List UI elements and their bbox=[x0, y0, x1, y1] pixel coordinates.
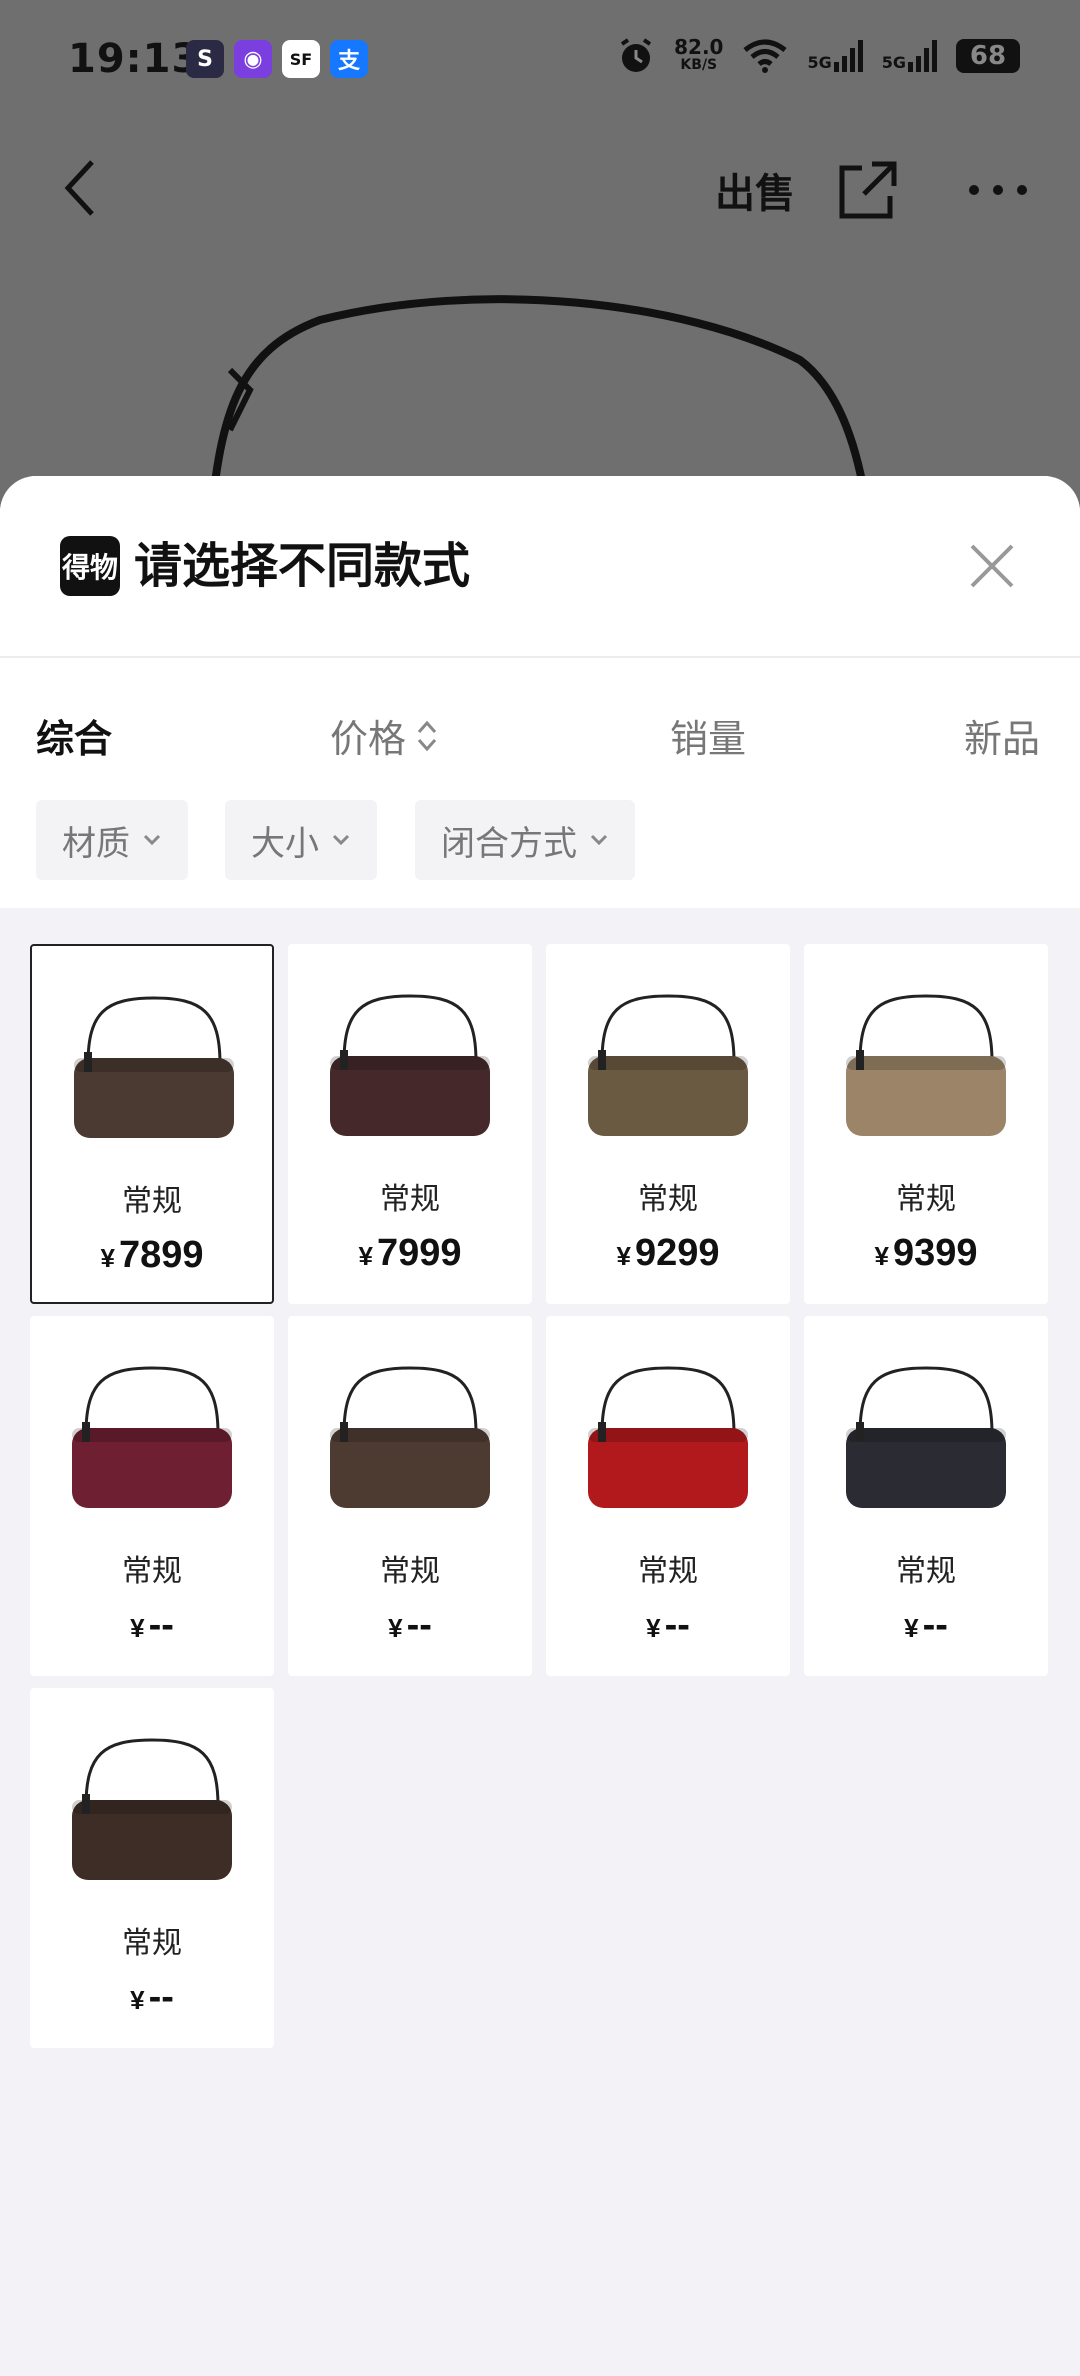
close-icon[interactable] bbox=[964, 538, 1020, 594]
bag-thumbnail bbox=[74, 996, 234, 1138]
more-options-icon[interactable] bbox=[966, 158, 1030, 222]
product-price: ¥ -- bbox=[30, 1604, 274, 1647]
price-value: 9299 bbox=[634, 1232, 720, 1274]
filter-size-label: 大小 bbox=[251, 823, 319, 864]
signal-icon-2: 5G bbox=[882, 40, 938, 72]
app-notification-icon: S bbox=[186, 40, 224, 78]
product-price: ¥ -- bbox=[546, 1604, 790, 1647]
background-page: 19:13 S ◉ SF 支 82.0 KB/S 5G 5G 68 出售 bbox=[0, 0, 1080, 520]
top-nav: 出售 bbox=[0, 140, 1080, 240]
signal-1-label: 5G bbox=[807, 53, 832, 72]
filter-closure[interactable]: 闭合方式 bbox=[415, 800, 635, 880]
chevron-down-icon bbox=[590, 834, 608, 846]
product-card[interactable]: 常规 ¥7999 bbox=[288, 944, 532, 1304]
product-variant-label: 常规 bbox=[122, 1184, 182, 1219]
status-bar: 19:13 S ◉ SF 支 82.0 KB/S 5G 5G 68 bbox=[0, 0, 1080, 120]
back-arrow-icon[interactable] bbox=[60, 158, 100, 218]
currency-symbol: ¥ bbox=[904, 1613, 919, 1643]
currency-symbol: ¥ bbox=[616, 1241, 631, 1271]
share-icon[interactable] bbox=[836, 158, 900, 222]
sort-tab-price-label: 价格 bbox=[330, 717, 407, 761]
sell-label: 出售 bbox=[715, 171, 795, 217]
product-price: ¥ -- bbox=[30, 1976, 274, 2019]
product-card[interactable]: 常规 ¥ -- bbox=[546, 1316, 790, 1676]
product-price: ¥7899 bbox=[32, 1234, 272, 1277]
sort-tab-price[interactable]: 价格 bbox=[330, 708, 438, 763]
chevron-down-icon bbox=[332, 834, 350, 846]
bag-thumbnail bbox=[330, 994, 490, 1136]
currency-symbol: ¥ bbox=[874, 1241, 889, 1271]
product-price: ¥7999 bbox=[288, 1232, 532, 1275]
product-card[interactable]: 常规 ¥9399 bbox=[804, 944, 1048, 1304]
alipay-notification-icon: 支 bbox=[330, 40, 368, 78]
product-variant-label: 常规 bbox=[380, 1182, 440, 1217]
currency-symbol: ¥ bbox=[646, 1613, 661, 1643]
price-value: -- bbox=[148, 1976, 174, 2018]
product-card[interactable]: 常规 ¥ -- bbox=[30, 1316, 274, 1676]
bag-thumbnail bbox=[72, 1366, 232, 1508]
net-speed: 82.0 KB/S bbox=[674, 37, 723, 74]
signal-2-label: 5G bbox=[881, 53, 906, 72]
product-card[interactable]: 常规 ¥ -- bbox=[804, 1316, 1048, 1676]
bag-thumbnail bbox=[588, 994, 748, 1136]
logo-text: 得物 bbox=[61, 551, 118, 584]
product-variant-label: 常规 bbox=[896, 1554, 956, 1589]
bag-thumbnail bbox=[846, 994, 1006, 1136]
sort-filter-bar: 综合 价格 销量 新品 材质 大小 闭合方式 bbox=[0, 658, 1080, 908]
cat-app-notification-icon: ◉ bbox=[234, 40, 272, 78]
product-card[interactable]: 常规 ¥7899 bbox=[30, 944, 274, 1304]
sort-tab-comprehensive[interactable]: 综合 bbox=[36, 708, 112, 763]
product-variant-label: 常规 bbox=[896, 1182, 956, 1217]
price-value: -- bbox=[148, 1604, 174, 1646]
price-value: 9399 bbox=[892, 1232, 978, 1274]
product-card[interactable]: 常规 ¥ -- bbox=[288, 1316, 532, 1676]
sort-tab-sales[interactable]: 销量 bbox=[670, 708, 746, 763]
alarm-icon bbox=[620, 38, 652, 72]
style-selector-sheet: 得物 请选择不同款式 综合 价格 销量 新品 材质 大小 闭合方式 常规 ¥789… bbox=[0, 476, 1080, 2376]
product-variant-label: 常规 bbox=[122, 1926, 182, 1961]
currency-symbol: ¥ bbox=[130, 1985, 145, 2015]
signal-icon-1: 5G bbox=[807, 40, 863, 72]
filter-closure-label: 闭合方式 bbox=[441, 823, 577, 864]
bag-thumbnail bbox=[72, 1738, 232, 1880]
sheet-title: 请选择不同款式 bbox=[134, 538, 471, 594]
product-card[interactable]: 常规 ¥9299 bbox=[546, 944, 790, 1304]
currency-symbol: ¥ bbox=[130, 1613, 145, 1643]
bag-thumbnail bbox=[330, 1366, 490, 1508]
currency-symbol: ¥ bbox=[388, 1613, 403, 1643]
battery-icon: 68 bbox=[956, 39, 1020, 73]
price-value: 7999 bbox=[376, 1232, 462, 1274]
battery-level: 68 bbox=[969, 41, 1007, 71]
net-speed-unit: KB/S bbox=[680, 57, 718, 73]
product-price: ¥ -- bbox=[288, 1604, 532, 1647]
price-value: -- bbox=[664, 1604, 690, 1646]
product-variant-label: 常规 bbox=[638, 1182, 698, 1217]
price-value: -- bbox=[922, 1604, 948, 1646]
sort-updown-icon bbox=[417, 720, 437, 751]
currency-symbol: ¥ bbox=[100, 1243, 115, 1273]
product-variant-label: 常规 bbox=[380, 1554, 440, 1589]
price-value: 7899 bbox=[118, 1234, 204, 1276]
product-variant-label: 常规 bbox=[638, 1554, 698, 1589]
filter-material-label: 材质 bbox=[62, 823, 130, 864]
status-time: 19:13 bbox=[68, 36, 201, 82]
wifi-icon bbox=[743, 39, 788, 73]
bag-thumbnail bbox=[588, 1366, 748, 1508]
sheet-header: 得物 请选择不同款式 bbox=[0, 476, 1080, 658]
price-value: -- bbox=[406, 1604, 432, 1646]
chevron-down-icon bbox=[143, 834, 161, 846]
product-price: ¥9299 bbox=[546, 1232, 790, 1275]
sort-tab-new[interactable]: 新品 bbox=[964, 708, 1040, 763]
product-price: ¥ -- bbox=[804, 1604, 1048, 1647]
filter-material[interactable]: 材质 bbox=[36, 800, 188, 880]
filter-size[interactable]: 大小 bbox=[225, 800, 377, 880]
sell-button[interactable]: 出售 bbox=[700, 158, 810, 222]
currency-symbol: ¥ bbox=[358, 1241, 373, 1271]
sf-express-notification-icon: SF bbox=[282, 40, 320, 78]
dewu-logo: 得物 bbox=[60, 536, 120, 596]
product-card[interactable]: 常规 ¥ -- bbox=[30, 1688, 274, 2048]
bag-thumbnail bbox=[846, 1366, 1006, 1508]
product-price: ¥9399 bbox=[804, 1232, 1048, 1275]
product-variant-label: 常规 bbox=[122, 1554, 182, 1589]
